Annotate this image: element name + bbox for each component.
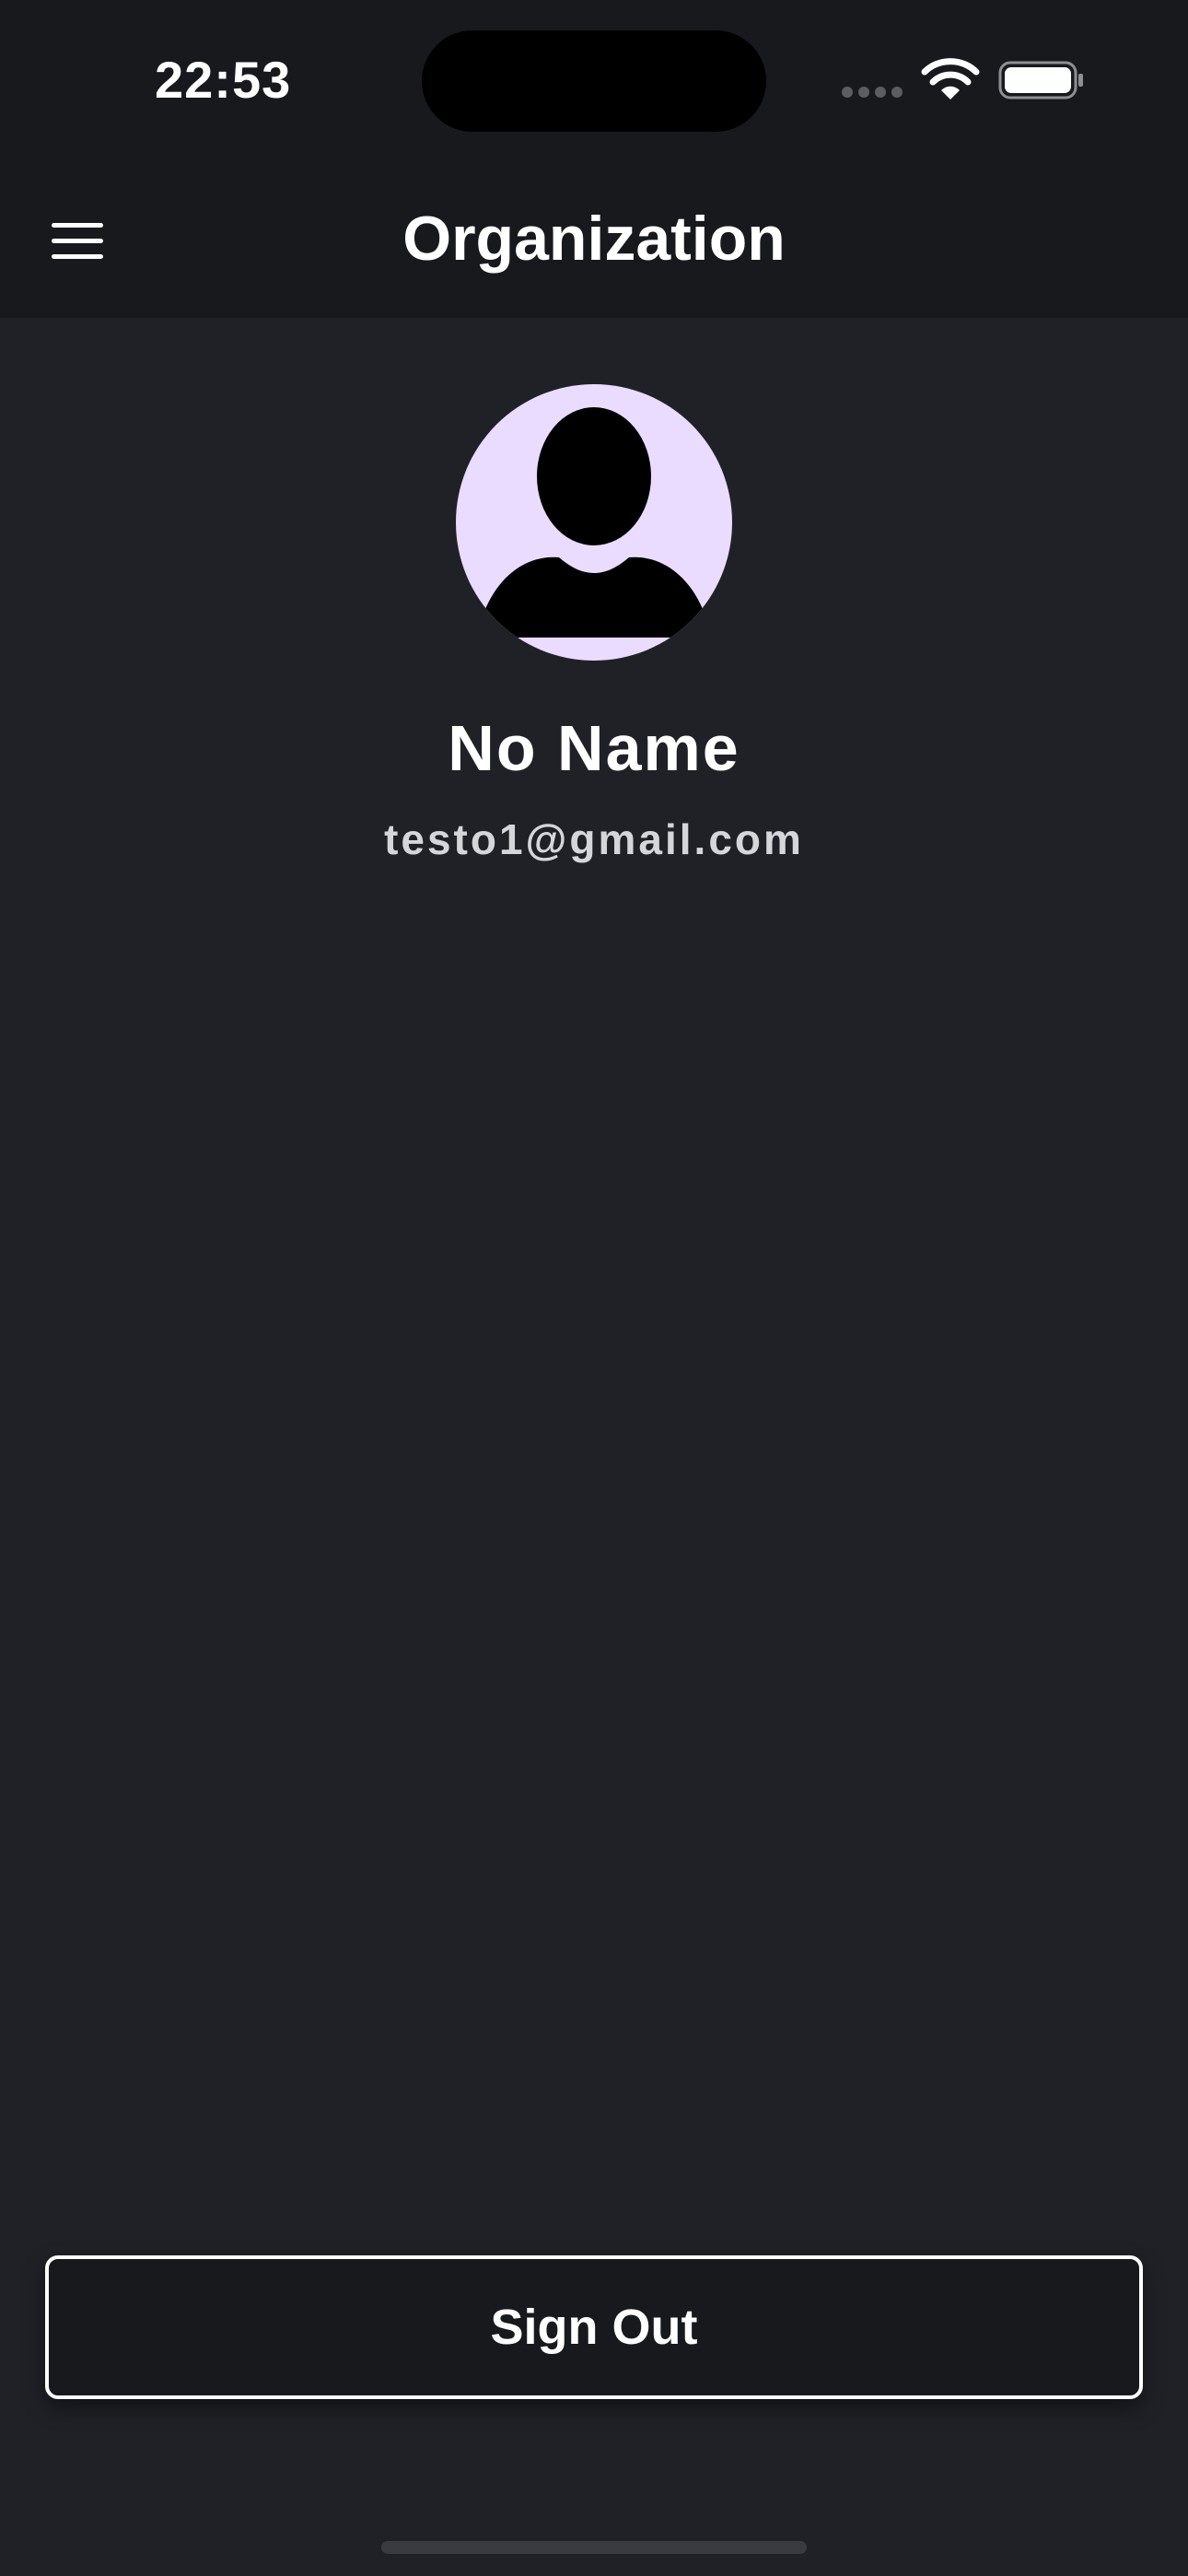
avatar: [456, 384, 732, 661]
wifi-icon: [921, 58, 980, 100]
profile-name: No Name: [448, 712, 740, 784]
sign-out-button[interactable]: Sign Out: [45, 2255, 1143, 2399]
signal-icon: [842, 87, 904, 100]
person-icon: [476, 407, 712, 638]
profile-email: testo1@gmail.com: [384, 815, 804, 863]
battery-icon: [998, 61, 1083, 100]
dynamic-island: [422, 30, 766, 132]
status-time: 22:53: [155, 51, 292, 109]
home-indicator: [381, 2541, 807, 2554]
page-title: Organization: [402, 204, 786, 274]
